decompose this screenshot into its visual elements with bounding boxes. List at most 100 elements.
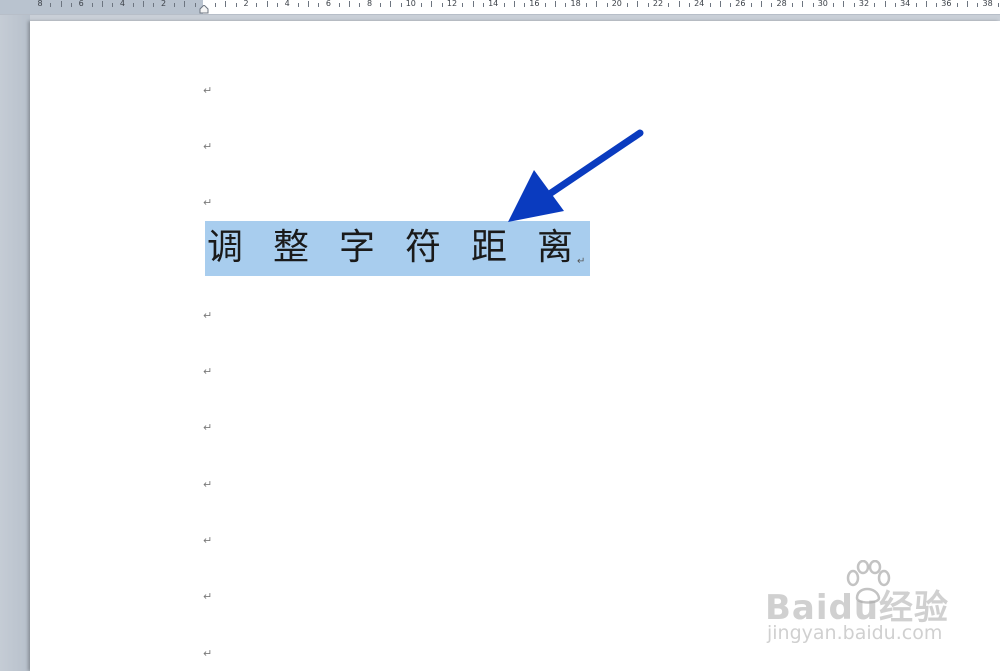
ruler-tick <box>833 3 835 7</box>
ruler-tick <box>297 3 299 7</box>
ruler-tick <box>555 1 556 7</box>
ruler-tick <box>359 3 361 7</box>
ruler-label: 30 <box>817 0 828 8</box>
ruler-tick <box>318 3 320 7</box>
ruler-label: 8 <box>37 0 43 8</box>
ruler-tick <box>70 3 72 7</box>
ruler-tick <box>524 3 526 7</box>
ruler-tick <box>50 3 52 7</box>
ruler-label: 16 <box>529 0 540 8</box>
ruler-tick <box>730 3 732 7</box>
paragraph-mark: ↵ <box>203 421 213 434</box>
ruler-label: 32 <box>858 0 870 8</box>
ruler-tick <box>997 3 999 7</box>
ruler-tick <box>771 3 773 7</box>
ruler-tick <box>441 3 443 7</box>
ruler-tick <box>802 1 804 7</box>
ruler-tick <box>173 3 175 7</box>
ruler-tick <box>132 3 134 7</box>
ruler-tick <box>668 3 670 7</box>
ruler-tick <box>153 3 155 7</box>
ruler-tick <box>91 3 93 7</box>
ruler-label: 2 <box>243 0 249 8</box>
ruler-label: 10 <box>405 0 416 8</box>
paragraph-mark: ↵ <box>203 478 213 491</box>
paragraph-mark: ↵ <box>203 196 213 209</box>
ruler-label: 18 <box>570 0 581 8</box>
ruler-tick <box>276 3 278 7</box>
ruler-tick <box>472 1 474 7</box>
ruler-tick <box>791 3 793 7</box>
ruler-tick <box>750 3 752 7</box>
ruler-tick <box>709 3 711 7</box>
ruler-tick <box>266 1 268 7</box>
ruler-tick <box>101 1 103 7</box>
annotation-arrow-icon <box>508 129 644 222</box>
ruler-tick <box>925 1 927 7</box>
ruler-tick <box>915 3 917 7</box>
paragraph-mark: ↵ <box>203 647 213 660</box>
ruler-tick <box>637 1 639 7</box>
paragraph-mark: ↵ <box>203 84 213 97</box>
ruler-tick <box>225 1 227 7</box>
ruler-tick <box>843 1 845 7</box>
ruler-tick <box>596 1 598 7</box>
ruler-tick <box>379 3 381 7</box>
horizontal-ruler[interactable]: 8 6 4 2 2 4 6 8 10 12 14 16 18 20 22 24 26 28 30 32 34 36 38 <box>0 0 1000 15</box>
ruler-tick <box>215 3 217 7</box>
ruler-label: 4 <box>119 0 125 8</box>
ruler-tick <box>967 1 968 7</box>
ruler-tick <box>977 3 979 7</box>
ruler-label: 28 <box>776 0 787 8</box>
ruler-tick <box>565 3 567 7</box>
ruler-tick <box>884 1 886 7</box>
ruler-label: 26 <box>735 0 746 8</box>
ruler-label: 38 <box>982 0 993 8</box>
ruler-tick <box>513 1 515 7</box>
ruler-tick <box>936 3 938 7</box>
ruler-tick <box>112 3 114 7</box>
ruler-tick <box>184 1 186 7</box>
ruler-label: 6 <box>78 0 84 8</box>
watermark-url: jingyan.baidu.com <box>767 622 943 644</box>
ruler-label: 20 <box>611 0 622 8</box>
ruler-tick <box>761 1 762 7</box>
paragraph-mark: ↵ <box>203 590 213 603</box>
ruler-tick <box>719 1 721 7</box>
left-gutter <box>0 15 30 671</box>
ruler-tick <box>143 1 144 7</box>
selected-heading-text[interactable]: 调整字符距离 <box>207 226 603 270</box>
ruler-tick <box>647 3 649 7</box>
ruler-tick <box>874 3 876 7</box>
ruler-tick <box>256 3 258 7</box>
ruler-label: 34 <box>900 0 911 8</box>
ruler-tick <box>431 1 433 7</box>
ruler-tick <box>482 3 484 7</box>
ruler-tick <box>544 3 546 7</box>
ruler-tick <box>235 3 237 7</box>
ruler-tick <box>956 3 958 7</box>
ruler-label: 12 <box>446 0 458 8</box>
ruler-label: 36 <box>941 0 952 8</box>
ruler-label: 22 <box>652 0 664 8</box>
ruler-label: 2 <box>161 0 167 8</box>
ruler-tick <box>606 3 608 7</box>
ruler-label: 14 <box>488 0 499 8</box>
ruler-tick <box>194 3 196 7</box>
indent-marker-icon[interactable] <box>199 5 209 14</box>
ruler-tick <box>627 3 629 7</box>
ruler-tick <box>585 3 587 7</box>
ruler-tick <box>812 3 814 7</box>
ruler-tick <box>349 1 350 7</box>
ruler-label: 24 <box>694 0 705 8</box>
baidu-jingyan-watermark: Baidu经验 jingyan.baidu.com <box>765 560 955 655</box>
ruler-tick <box>338 3 340 7</box>
paragraph-mark: ↵ <box>203 534 213 547</box>
ruler-label: 4 <box>284 0 290 8</box>
paragraph-mark: ↵ <box>577 256 586 267</box>
ruler-tick <box>894 3 896 7</box>
ruler-tick <box>390 1 392 7</box>
ruler-tick <box>678 1 680 7</box>
paragraph-mark: ↵ <box>203 309 213 322</box>
ruler-tick <box>421 3 423 7</box>
